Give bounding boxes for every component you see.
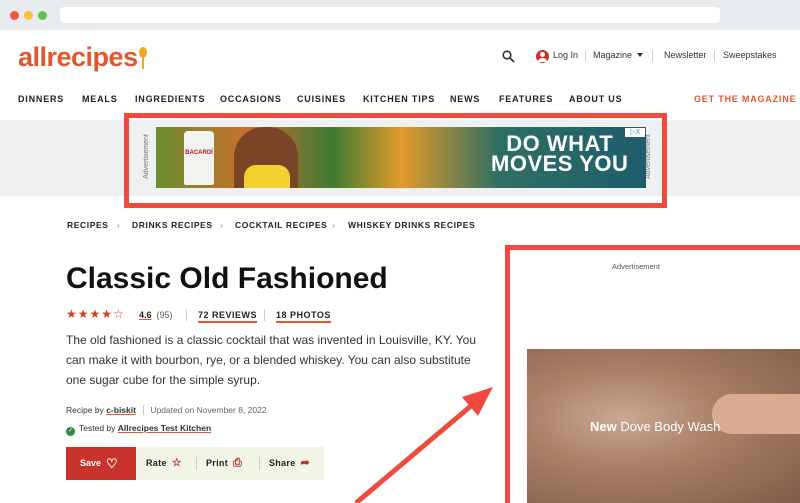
- minimize-window-icon[interactable]: [24, 11, 33, 20]
- highlight-arrow-icon: [354, 387, 493, 503]
- close-window-icon[interactable]: [10, 11, 19, 20]
- maximize-window-icon[interactable]: [38, 11, 47, 20]
- web-page: allrecipes Log In Magazine Newsletter Sw…: [0, 30, 800, 503]
- browser-titlebar: [0, 0, 800, 30]
- address-bar[interactable]: [60, 7, 720, 23]
